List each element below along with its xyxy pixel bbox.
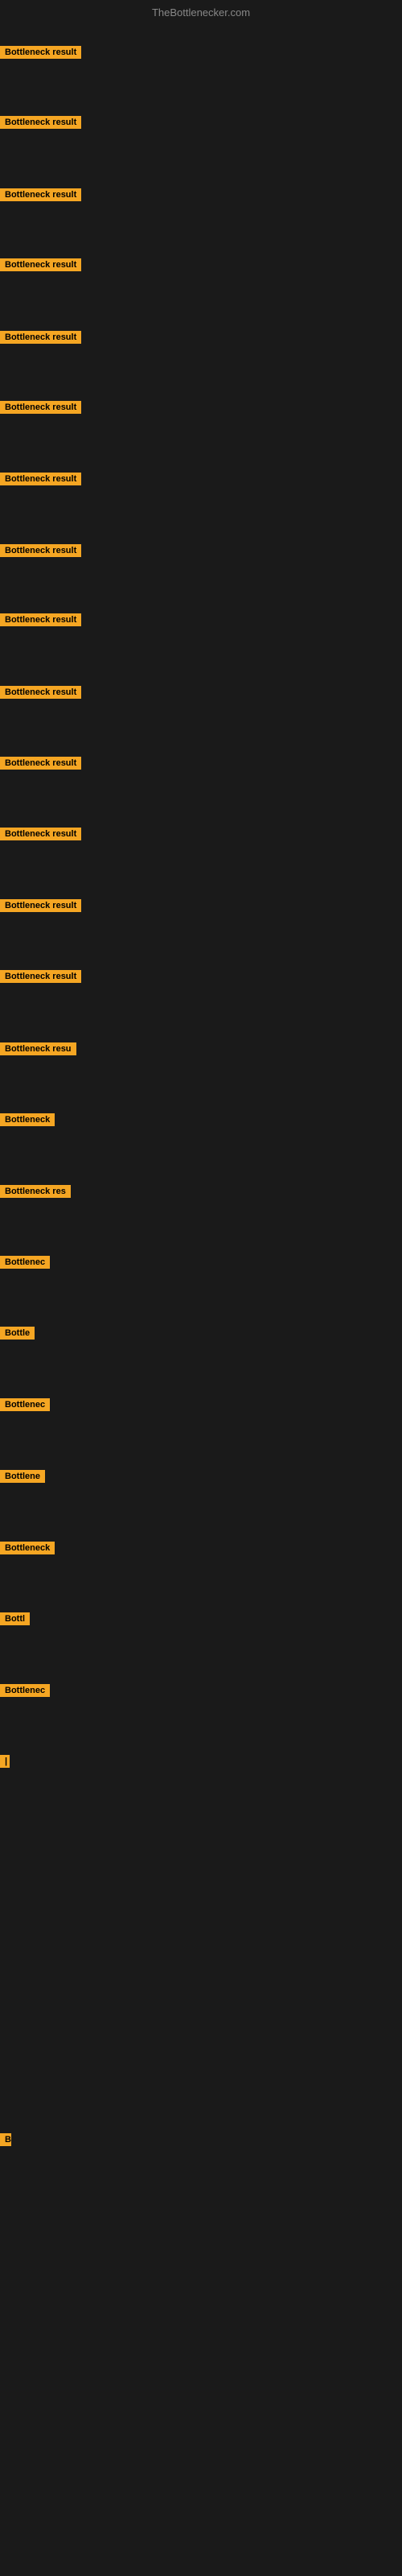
bottleneck-label-4: Bottleneck result (0, 258, 81, 271)
bottleneck-item-17[interactable]: Bottleneck res (0, 1185, 71, 1202)
bottleneck-item-2[interactable]: Bottleneck result (0, 116, 81, 133)
bottleneck-label-26: B (0, 2133, 11, 2146)
bottleneck-item-12[interactable]: Bottleneck result (0, 828, 81, 844)
bottleneck-item-1[interactable]: Bottleneck result (0, 46, 81, 63)
bottleneck-label-9: Bottleneck result (0, 613, 81, 626)
bottleneck-label-5: Bottleneck result (0, 331, 81, 344)
bottleneck-label-25: | (0, 1755, 10, 1768)
bottleneck-item-22[interactable]: Bottleneck (0, 1542, 55, 1558)
bottleneck-item-11[interactable]: Bottleneck result (0, 757, 81, 774)
bottleneck-item-25[interactable]: | (0, 1755, 10, 1772)
bottleneck-label-23: Bottl (0, 1612, 30, 1625)
bottleneck-item-15[interactable]: Bottleneck resu (0, 1042, 76, 1059)
bottleneck-item-14[interactable]: Bottleneck result (0, 970, 81, 987)
bottleneck-label-20: Bottlenec (0, 1398, 50, 1411)
bottleneck-label-15: Bottleneck resu (0, 1042, 76, 1055)
bottleneck-label-24: Bottlenec (0, 1684, 50, 1697)
bottleneck-item-18[interactable]: Bottlenec (0, 1256, 50, 1273)
bottleneck-item-6[interactable]: Bottleneck result (0, 401, 81, 418)
bottleneck-label-19: Bottle (0, 1327, 35, 1340)
bottleneck-item-9[interactable]: Bottleneck result (0, 613, 81, 630)
bottleneck-item-13[interactable]: Bottleneck result (0, 899, 81, 916)
bottleneck-label-3: Bottleneck result (0, 188, 81, 201)
bottleneck-label-22: Bottleneck (0, 1542, 55, 1554)
bottleneck-label-1: Bottleneck result (0, 46, 81, 59)
site-title: TheBottlenecker.com (152, 6, 250, 19)
bottleneck-label-10: Bottleneck result (0, 686, 81, 699)
bottleneck-item-16[interactable]: Bottleneck (0, 1113, 55, 1130)
bottleneck-label-16: Bottleneck (0, 1113, 55, 1126)
bottleneck-label-8: Bottleneck result (0, 544, 81, 557)
bottleneck-item-5[interactable]: Bottleneck result (0, 331, 81, 348)
bottleneck-item-20[interactable]: Bottlenec (0, 1398, 50, 1415)
bottleneck-item-3[interactable]: Bottleneck result (0, 188, 81, 205)
bottleneck-label-6: Bottleneck result (0, 401, 81, 414)
bottleneck-label-11: Bottleneck result (0, 757, 81, 770)
bottleneck-label-21: Bottlene (0, 1470, 45, 1483)
bottleneck-item-26[interactable]: B (0, 2133, 11, 2150)
bottleneck-item-23[interactable]: Bottl (0, 1612, 30, 1629)
site-header: TheBottlenecker.com (0, 0, 402, 22)
bottleneck-label-13: Bottleneck result (0, 899, 81, 912)
bottleneck-item-7[interactable]: Bottleneck result (0, 473, 81, 489)
bottleneck-item-8[interactable]: Bottleneck result (0, 544, 81, 561)
bottleneck-item-19[interactable]: Bottle (0, 1327, 35, 1344)
bottleneck-item-24[interactable]: Bottlenec (0, 1684, 50, 1701)
bottleneck-label-12: Bottleneck result (0, 828, 81, 840)
bottleneck-label-2: Bottleneck result (0, 116, 81, 129)
bottleneck-label-18: Bottlenec (0, 1256, 50, 1269)
bottleneck-label-7: Bottleneck result (0, 473, 81, 485)
bottleneck-item-4[interactable]: Bottleneck result (0, 258, 81, 275)
bottleneck-label-17: Bottleneck res (0, 1185, 71, 1198)
bottleneck-item-10[interactable]: Bottleneck result (0, 686, 81, 703)
bottleneck-item-21[interactable]: Bottlene (0, 1470, 45, 1487)
bottleneck-label-14: Bottleneck result (0, 970, 81, 983)
